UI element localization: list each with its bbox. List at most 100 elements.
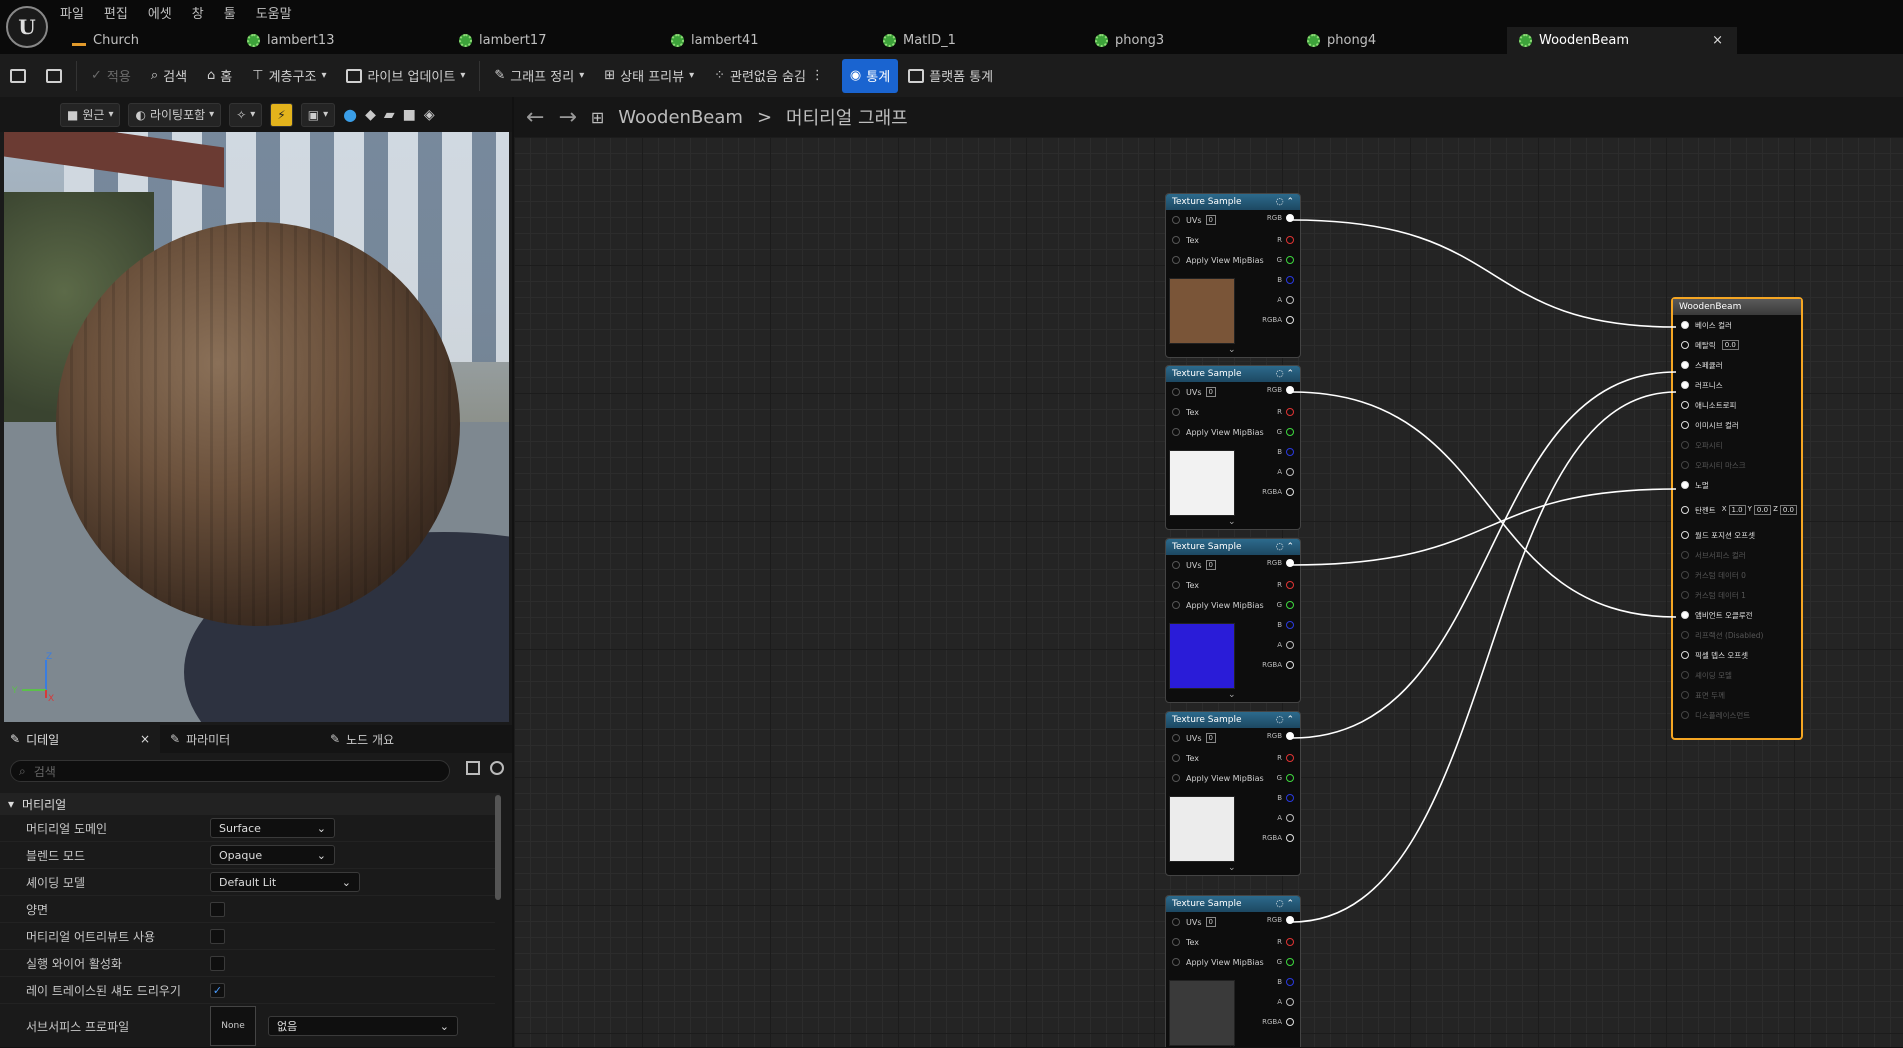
live-update-button[interactable]: 라이브 업데이트 ▾: [336, 59, 475, 93]
material-icon: [1095, 34, 1108, 47]
subsurface-thumbnail[interactable]: None: [210, 1006, 256, 1046]
more-options-icon[interactable]: ⋮: [811, 68, 824, 83]
menu-tools[interactable]: 툴: [224, 3, 236, 22]
cube-preview-icon[interactable]: ■: [403, 107, 416, 123]
preview-sphere: [56, 222, 460, 626]
perspective-dropdown[interactable]: ■ 원근 ▾: [60, 102, 121, 127]
state-preview-icon: ⊞: [604, 68, 616, 83]
custom-mesh-icon[interactable]: ◈: [424, 107, 435, 123]
close-icon[interactable]: ×: [140, 732, 150, 746]
menu-bar: 파일 편집 에셋 창 툴 도움말: [60, 3, 292, 22]
document-tabs: Church lambert13 lambert17 lambert41 Mat…: [60, 27, 1737, 54]
blend-mode-select[interactable]: Opaque ⌄: [210, 845, 335, 865]
sphere-preview-icon[interactable]: ●: [343, 105, 357, 124]
tab-phong3[interactable]: phong3: [1083, 27, 1295, 54]
material-icon: [1307, 34, 1320, 47]
save-button[interactable]: [0, 59, 36, 93]
close-tab-icon[interactable]: ×: [1712, 33, 1723, 48]
lighting-icon: ◐: [135, 107, 146, 122]
lighting-dropdown[interactable]: ◐ 라이팅포함 ▾: [128, 102, 222, 127]
tab-node-overview[interactable]: ✎ 노드 개요: [320, 725, 480, 753]
chevron-down-icon: ▾: [108, 109, 114, 120]
tab-phong4[interactable]: phong4: [1295, 27, 1507, 54]
title-bar: U 파일 편집 에셋 창 툴 도움말 Church lambert13 lamb…: [0, 0, 1903, 54]
details-scrollbar[interactable]: [495, 795, 501, 900]
material-preview-viewport[interactable]: Z Y X: [4, 132, 509, 722]
browse-button[interactable]: [36, 59, 72, 93]
two-sided-checkbox[interactable]: [210, 901, 225, 917]
enable-exec-wire-checkbox[interactable]: [210, 955, 225, 971]
apply-check-icon: ✓: [91, 68, 102, 83]
search-icon: ⌕: [19, 763, 26, 778]
raytraced-shadows-checkbox[interactable]: ✓: [210, 982, 225, 998]
details-tabs: ✎ 디테일 × ✎ 파라미터 ✎ 노드 개요: [0, 725, 512, 753]
details-search-input[interactable]: ⌕ 검색: [10, 760, 450, 782]
subsurface-profile-select[interactable]: 없음 ⌄: [268, 1016, 458, 1036]
tab-details[interactable]: ✎ 디테일 ×: [0, 725, 160, 753]
apply-button[interactable]: ✓ 적용: [81, 59, 141, 93]
breadcrumb-asset[interactable]: WoodenBeam: [618, 107, 743, 128]
save-icon: [10, 68, 26, 83]
prop-row-blend-mode: 블렌드 모드 Opaque ⌄: [0, 842, 495, 869]
tab-lambert41[interactable]: lambert41: [659, 27, 871, 54]
chevron-down-icon: ▾: [689, 70, 695, 81]
tab-lambert17[interactable]: lambert17: [447, 27, 659, 54]
platform-stats-button[interactable]: 플랫폼 통계: [898, 59, 1003, 93]
chevron-down-icon: ▾: [323, 109, 329, 120]
tab-church[interactable]: Church: [60, 27, 235, 54]
wire-basecolor: [1291, 219, 1677, 328]
menu-asset[interactable]: 에셋: [148, 3, 172, 22]
viewport-toolbar: ■ 원근 ▾ ◐ 라이팅포함 ▾ ✧ ▾ ⚡ ▣ ▾ ● ◆ ▰ ■ ◈: [0, 97, 512, 132]
graph-cleanup-button[interactable]: ✎ 그래프 정리 ▾: [484, 59, 594, 93]
shading-model-select[interactable]: Default Lit ⌄: [210, 872, 360, 892]
wire-roughness: [1291, 391, 1677, 618]
material-warning-icon: [72, 36, 86, 46]
tab-lambert13[interactable]: lambert13: [235, 27, 447, 54]
search-icon: ⌕: [150, 68, 159, 83]
prop-row-raytraced-shadows: 레이 트레이스된 섀도 드리우기 ✓: [0, 977, 495, 1004]
forward-arrow-icon[interactable]: →: [558, 105, 576, 130]
tab-woodenbeam[interactable]: WoodenBeam ×: [1507, 27, 1737, 54]
prop-row-exec-wire: 실행 와이어 활성화: [0, 950, 495, 977]
search-button[interactable]: ⌕ 검색: [141, 59, 197, 93]
unreal-logo-icon[interactable]: U: [6, 6, 48, 48]
stats-button[interactable]: ◉ 통계: [841, 58, 899, 93]
chevron-down-icon: ▾: [579, 70, 585, 81]
cylinder-preview-icon[interactable]: ◆: [365, 107, 376, 123]
gear-icon[interactable]: [490, 761, 504, 775]
menu-help[interactable]: 도움말: [256, 3, 292, 22]
chevron-down-icon: ▾: [460, 70, 466, 81]
material-icon: [883, 34, 896, 47]
material-domain-select[interactable]: Surface ⌄: [210, 818, 335, 838]
home-icon: ⌂: [207, 68, 216, 83]
back-arrow-icon[interactable]: ←: [526, 105, 544, 130]
menu-edit[interactable]: 편집: [104, 3, 128, 22]
section-material-header[interactable]: ▾ 머티리얼: [0, 793, 500, 815]
preview-mesh-dropdown[interactable]: ▣ ▾: [300, 102, 336, 127]
realtime-toggle[interactable]: ⚡: [270, 102, 293, 127]
left-panel: ■ 원근 ▾ ◐ 라이팅포함 ▾ ✧ ▾ ⚡ ▣ ▾ ● ◆ ▰ ■ ◈ Z Y X ✎ 디테…: [0, 97, 512, 1047]
use-material-attributes-checkbox[interactable]: [210, 928, 225, 944]
hide-unrelated-button[interactable]: ⁘ 관련없음 숨김 ⋮: [704, 59, 834, 93]
hierarchy-button[interactable]: ⊤ 계층구조 ▾: [242, 59, 336, 93]
tab-parameters[interactable]: ✎ 파라미터: [160, 725, 320, 753]
separator: [76, 60, 77, 91]
material-icon: [459, 34, 472, 47]
brush-icon: ✎: [494, 68, 506, 83]
menu-file[interactable]: 파일: [60, 3, 84, 22]
tab-matid1[interactable]: MatID_1: [871, 27, 1083, 54]
wire-specular: [1291, 371, 1677, 739]
state-preview-button[interactable]: ⊞ 상태 프리뷰 ▾: [594, 59, 704, 93]
show-flags-dropdown[interactable]: ✧ ▾: [229, 102, 263, 127]
table-view-icon[interactable]: [466, 761, 480, 775]
axis-y-label: Y: [11, 686, 18, 696]
main-toolbar: ✓ 적용 ⌕ 검색 ⌂ 홈 ⊤ 계층구조 ▾ 라이브 업데이트 ▾ ✎ 그래프 정리 ▾ ⊞ 상태…: [0, 54, 1903, 97]
breadcrumb-graph: 머티리얼 그래프: [786, 108, 908, 129]
home-button[interactable]: ⌂ 홈: [197, 59, 242, 93]
pencil-icon: ✎: [170, 732, 181, 746]
menu-window[interactable]: 창: [192, 3, 204, 22]
live-update-icon: [346, 68, 363, 83]
chevron-down-icon: ▾: [250, 109, 256, 120]
plane-preview-icon[interactable]: ▰: [384, 107, 395, 123]
prop-row-subsurface-profile: 서브서피스 프로파일 None 없음 ⌄: [0, 1004, 495, 1048]
